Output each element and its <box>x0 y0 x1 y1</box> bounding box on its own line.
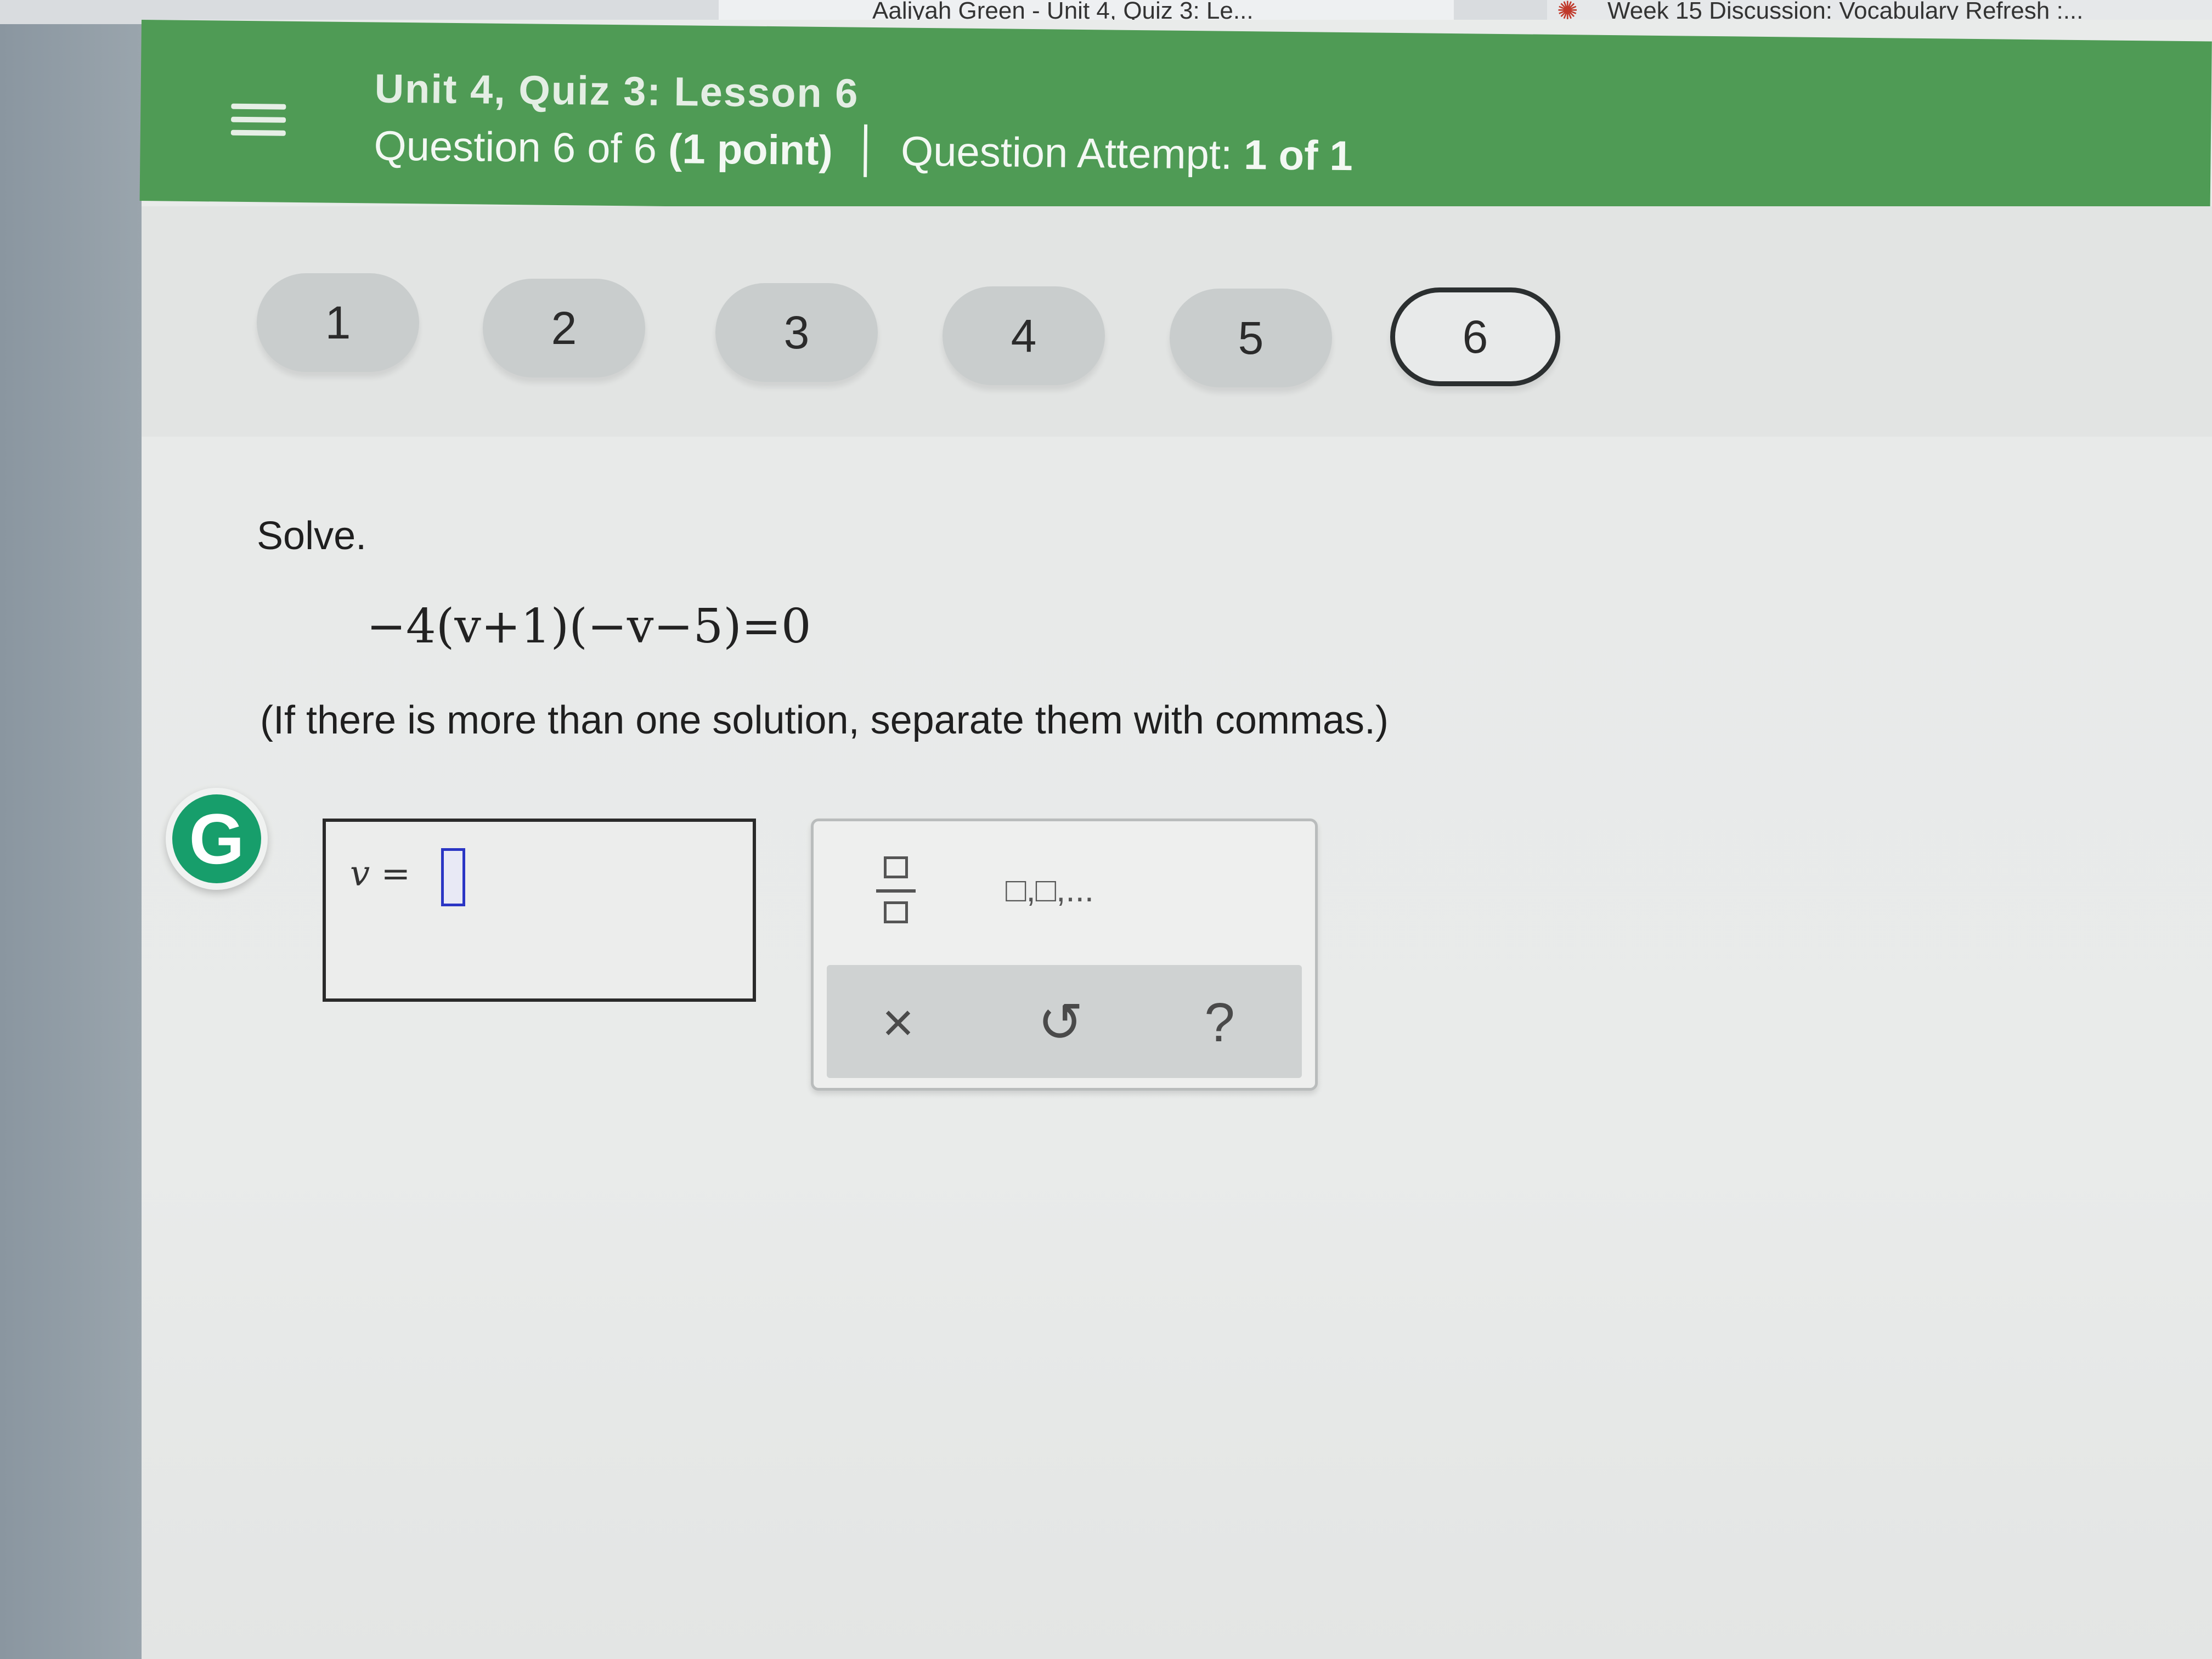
fraction-icon[interactable] <box>874 854 918 931</box>
clear-icon[interactable]: × <box>860 987 936 1058</box>
math-tools-palette: □,□,... × ↺ ? <box>811 819 1318 1091</box>
menu-hamburger-icon[interactable] <box>228 86 289 146</box>
question-nav-6[interactable]: 6 <box>1390 287 1560 386</box>
quiz-title: Unit 4, Quiz 3: Lesson 6 <box>374 65 859 116</box>
quiz-app: Unit 4, Quiz 3: Lesson 6 Question 6 of 6… <box>139 20 2212 1659</box>
question-nav-4[interactable]: 4 <box>943 286 1105 385</box>
question-equation: −4(v+1)(−v−5)=0 <box>366 599 811 654</box>
question-panel: Solve. −4(v+1)(−v−5)=0 (If there is more… <box>142 437 2212 1659</box>
attempt-label: Question Attempt: <box>900 128 1233 178</box>
question-counter: Question 6 of 6 <box>374 122 657 172</box>
screen: Aaliyah Green - Unit 4, Quiz 3: Le... ✺ … <box>0 0 2212 1659</box>
question-prompt: Solve. <box>257 514 367 558</box>
header-text: Unit 4, Quiz 3: Lesson 6 Question 6 of 6… <box>374 65 1353 182</box>
quiz-header: Unit 4, Quiz 3: Lesson 6 Question 6 of 6… <box>139 20 2212 223</box>
question-navigation: 1 2 3 4 5 6 <box>142 206 2212 437</box>
attempt-value: 1 of 1 <box>1243 132 1353 180</box>
answer-input-cursor[interactable] <box>441 848 465 906</box>
question-nav-2[interactable]: 2 <box>483 279 645 377</box>
question-nav-3[interactable]: 3 <box>715 283 878 382</box>
tools-action-row: × ↺ ? <box>827 965 1302 1078</box>
grammarly-g-icon: G <box>172 794 261 883</box>
undo-icon[interactable]: ↺ <box>1022 987 1099 1058</box>
grammarly-button[interactable]: G <box>166 788 268 890</box>
answer-input[interactable]: v = <box>323 819 756 1002</box>
list-separator-button[interactable]: □,□,... <box>1006 871 1094 910</box>
question-status: Question 6 of 6 (1 point) Question Attem… <box>374 119 1353 182</box>
header-divider <box>864 124 868 177</box>
answer-variable-label: v = <box>350 854 411 894</box>
question-nav-1[interactable]: 1 <box>257 273 419 372</box>
question-nav-5[interactable]: 5 <box>1170 289 1332 387</box>
question-points: (1 point) <box>668 126 833 174</box>
question-instruction: (If there is more than one solution, sep… <box>260 698 1389 742</box>
help-icon[interactable]: ? <box>1181 987 1258 1058</box>
